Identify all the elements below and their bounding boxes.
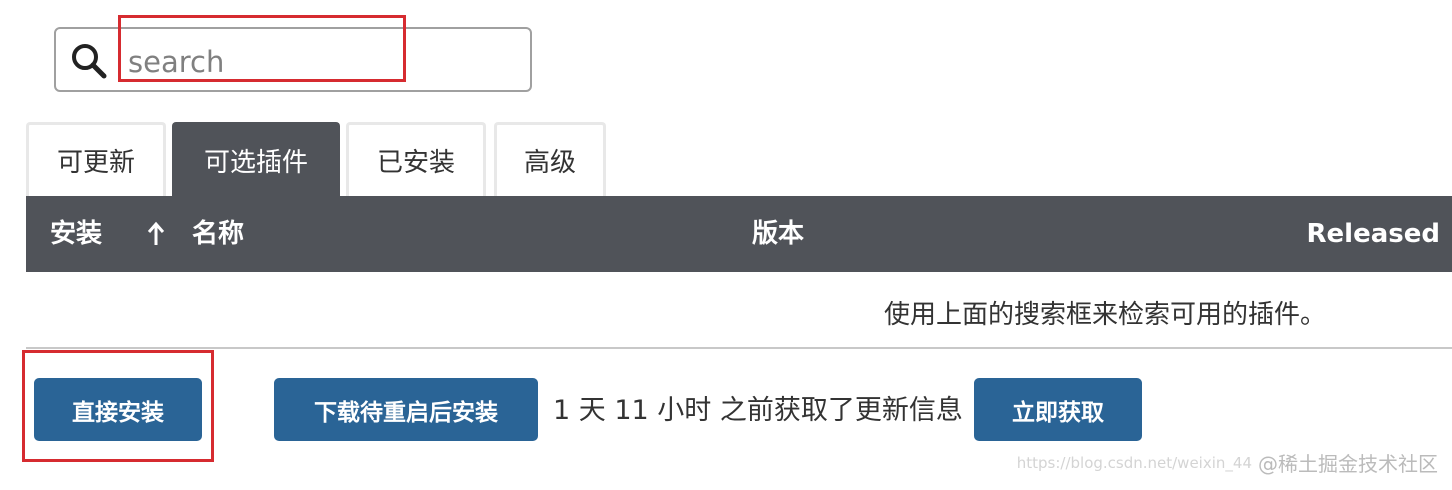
tab-label: 可选插件 xyxy=(203,148,308,178)
tab-label: 可更新 xyxy=(56,148,135,178)
column-header-released[interactable]: Released xyxy=(1307,196,1440,272)
watermark-url: https://blog.csdn.net/weixin_44 xyxy=(1016,454,1252,472)
tab-installed[interactable]: 已安装 xyxy=(346,122,486,196)
annotation-highlight-install xyxy=(22,350,214,462)
empty-message: 使用上面的搜索框来检索可用的插件。 xyxy=(883,300,1326,330)
update-info-text: 1 天 11 小时 之前获取了更新信息 xyxy=(553,395,963,426)
column-label: 名称 xyxy=(192,219,245,249)
annotation-highlight-search xyxy=(118,15,406,82)
download-install-after-restart-button[interactable]: 下载待重启后安装 xyxy=(274,378,538,441)
tab-available-plugins[interactable]: 可选插件 xyxy=(172,122,340,196)
tab-updates[interactable]: 可更新 xyxy=(26,122,166,196)
arrow-up-icon xyxy=(147,221,165,245)
table-empty-row: 使用上面的搜索框来检索可用的插件。 xyxy=(26,272,1452,349)
column-header-version[interactable]: 版本 xyxy=(752,196,804,272)
search-icon xyxy=(72,44,107,79)
check-now-button[interactable]: 立即获取 xyxy=(974,378,1142,441)
column-header-name[interactable]: 名称 xyxy=(192,196,244,272)
tab-advanced[interactable]: 高级 xyxy=(494,122,606,196)
column-label: 安装 xyxy=(50,219,103,249)
column-label: Released xyxy=(1306,219,1440,249)
watermark: @稀土掘金技术社区 xyxy=(1258,452,1438,476)
column-label: 版本 xyxy=(752,219,805,249)
column-header-install[interactable]: 安装 xyxy=(50,196,180,272)
plugin-table-header: 安装 名称 版本 Released xyxy=(26,196,1452,272)
tab-label: 已安装 xyxy=(376,148,455,178)
tab-label: 高级 xyxy=(523,148,576,178)
